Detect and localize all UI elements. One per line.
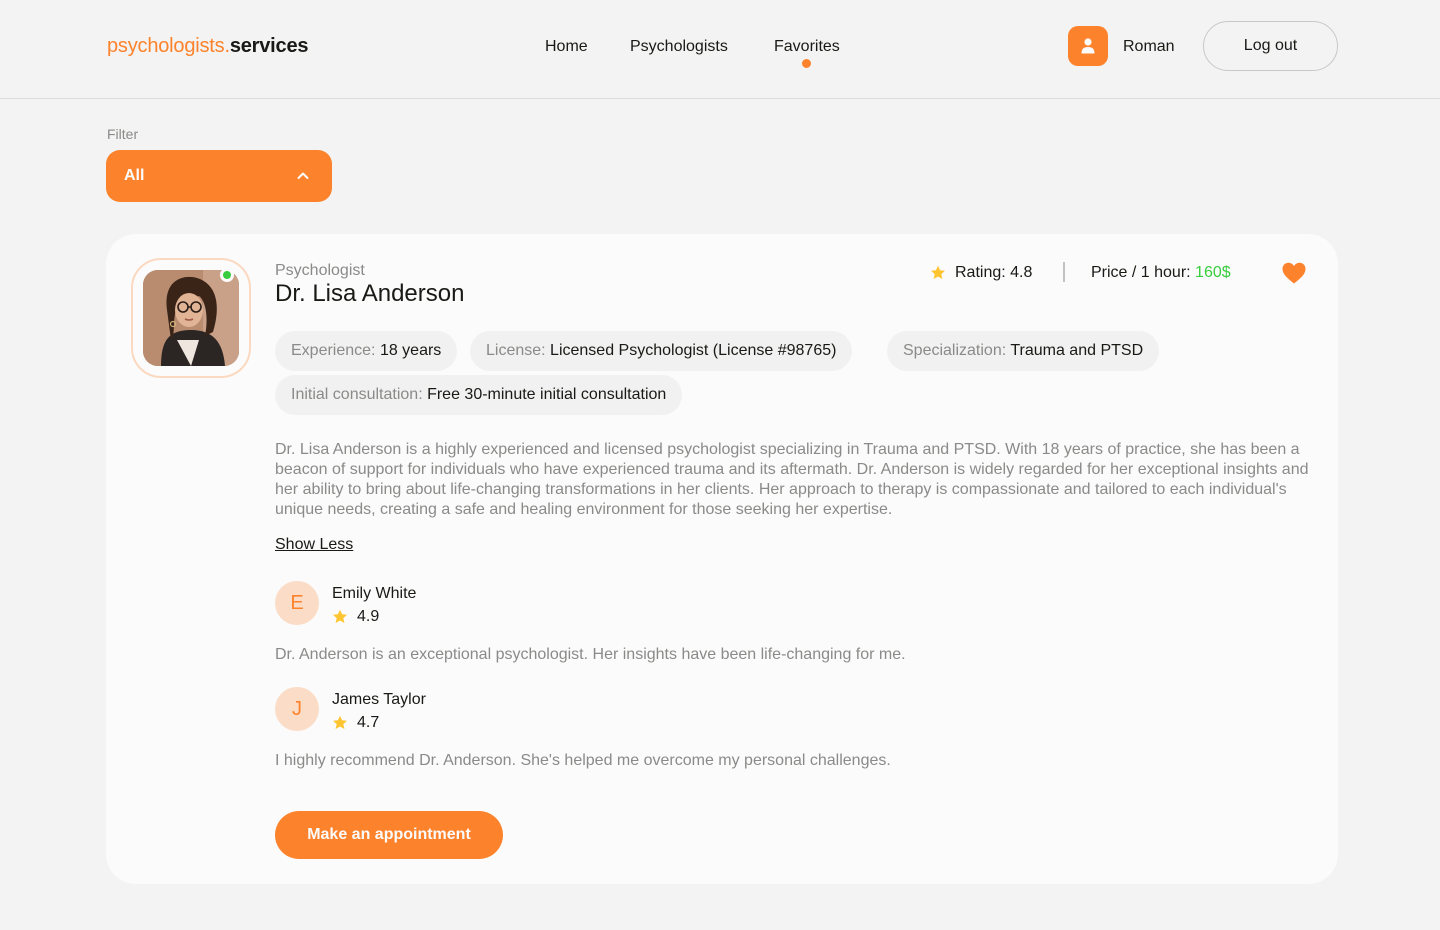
nav-psychologists[interactable]: Psychologists bbox=[630, 38, 728, 56]
filter-label: Filter bbox=[107, 126, 139, 142]
chip-key: Experience: bbox=[291, 342, 380, 359]
reviewer-name: James Taylor bbox=[332, 691, 426, 708]
chevron-up-icon bbox=[297, 172, 309, 179]
nav-home[interactable]: Home bbox=[545, 38, 588, 56]
active-nav-indicator bbox=[802, 59, 811, 68]
price-label: Price / 1 hour: bbox=[1091, 264, 1196, 281]
portrait-image bbox=[143, 270, 239, 366]
logo[interactable]: psychologists.services bbox=[107, 35, 309, 58]
reviewer-rating-value: 4.7 bbox=[357, 714, 380, 731]
rating-label: Rating: 4.8 bbox=[955, 264, 1033, 281]
star-icon bbox=[931, 265, 945, 279]
divider bbox=[1063, 262, 1065, 282]
logo-primary: psychologists. bbox=[107, 35, 230, 57]
about-text: Dr. Lisa Anderson is a highly experience… bbox=[275, 441, 1309, 518]
reviewer-avatar: E bbox=[275, 581, 319, 625]
reviewer-rating: 4.7 bbox=[332, 714, 379, 732]
reviewer-rating-value: 4.9 bbox=[357, 608, 380, 625]
user-name: Roman bbox=[1123, 38, 1175, 55]
price: Price / 1 hour: 160$ bbox=[1091, 264, 1231, 282]
user-icon bbox=[1081, 38, 1095, 54]
price-value: 160$ bbox=[1195, 264, 1231, 281]
star-icon bbox=[333, 715, 347, 729]
chip-license: License: Licensed Psychologist (License … bbox=[470, 331, 853, 371]
chip-specialization: Specialization: Trauma and PTSD bbox=[887, 331, 1160, 371]
reviewer-name: Emily White bbox=[332, 585, 417, 602]
chip-experience: Experience: 18 years bbox=[275, 331, 458, 371]
psychologist-card: Psychologist Dr. Lisa Anderson Rating: 4… bbox=[106, 234, 1338, 884]
make-appointment-button[interactable]: Make an appointment bbox=[275, 811, 503, 859]
review-comment: I highly recommend Dr. Anderson. She's h… bbox=[275, 752, 891, 769]
filter-select[interactable]: All bbox=[106, 150, 332, 202]
chip-key: Specialization: bbox=[903, 342, 1011, 359]
chip-value: Licensed Psychologist (License #98765) bbox=[550, 342, 837, 359]
online-status-indicator bbox=[220, 268, 234, 282]
chip-key: Initial consultation: bbox=[291, 386, 428, 403]
role-label: Psychologist bbox=[275, 262, 365, 279]
chip-key: License: bbox=[486, 342, 551, 359]
reviewer-rating: 4.9 bbox=[332, 608, 379, 626]
rating: Rating: 4.8 bbox=[930, 264, 1032, 282]
show-less-link[interactable]: Show Less bbox=[275, 536, 353, 554]
review-comment: Dr. Anderson is an exceptional psycholog… bbox=[275, 646, 906, 663]
avatar bbox=[143, 270, 239, 366]
psychologist-name: Dr. Lisa Anderson bbox=[275, 280, 465, 307]
nav-favorites[interactable]: Favorites bbox=[774, 38, 840, 56]
chip-initial-consultation: Initial consultation: Free 30-minute ini… bbox=[275, 375, 683, 415]
logout-button[interactable]: Log out bbox=[1203, 21, 1338, 71]
chip-value: 18 years bbox=[379, 342, 442, 359]
filter-selected-value: All bbox=[124, 167, 145, 184]
header: psychologists.services Home Psychologist… bbox=[0, 0, 1440, 99]
reviewer-avatar: J bbox=[275, 687, 319, 731]
star-icon bbox=[333, 609, 347, 623]
logo-secondary: services bbox=[229, 35, 309, 57]
avatar-frame bbox=[131, 258, 251, 378]
chip-value: Free 30-minute initial consultation bbox=[427, 386, 667, 403]
heart-icon[interactable] bbox=[1281, 261, 1307, 285]
chip-value: Trauma and PTSD bbox=[1010, 342, 1144, 359]
user-avatar bbox=[1068, 26, 1108, 66]
